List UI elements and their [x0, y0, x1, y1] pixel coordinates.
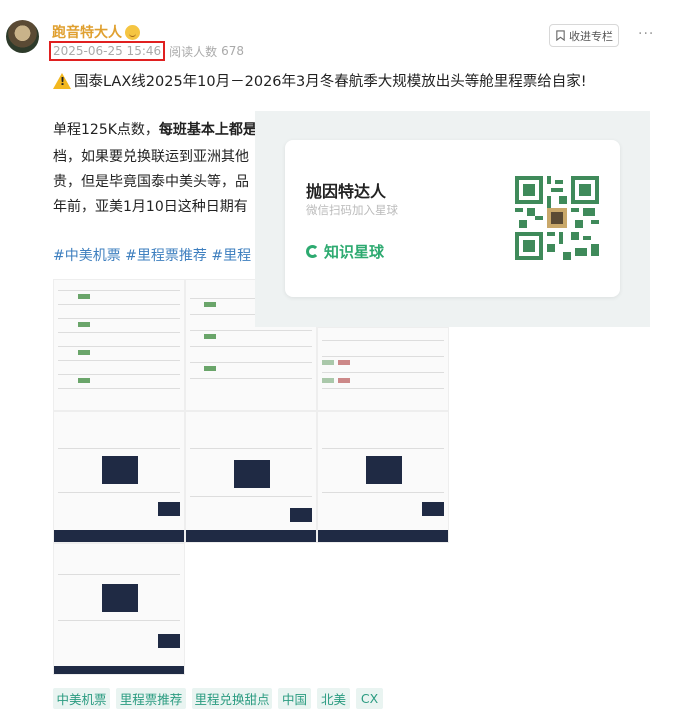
image-thumbnail-6[interactable] [317, 411, 449, 543]
image-thumbnail-3[interactable] [317, 327, 449, 411]
author-name-text[interactable]: 跑音特大人 [52, 22, 122, 42]
post-date: 2025-06-25 15:46 [49, 41, 166, 61]
body-line-4-text: 年前，亚美1月10日这种日期有 [53, 199, 248, 215]
more-options-icon[interactable]: ··· [638, 26, 654, 42]
post-title-text: 国泰LAX线2025年10月－2026年3月冬春航季大规模放出头等舱里程票给自家… [74, 74, 587, 90]
hashtags[interactable]: #中美机票 #里程票推荐 #里程 [53, 245, 263, 265]
reads-count: 678 [221, 44, 245, 58]
body-line-1-text: 单程125K点数， [53, 122, 159, 138]
reads-label: 阅读人数 [169, 44, 218, 59]
tag-6[interactable]: CX [356, 688, 383, 709]
warning-icon [53, 72, 71, 89]
body-line-3: 贵，但是毕竟国泰中美头等，品 [53, 168, 263, 196]
post-meta: 2025-06-25 15:46 阅读人数 678 [49, 41, 244, 61]
qr-code-icon[interactable] [515, 176, 599, 260]
post-title: 国泰LAX线2025年10月－2026年3月冬春航季大规模放出头等舱里程票给自家… [53, 70, 587, 91]
qr-overlay-subtitle: 微信扫码加入星球 [306, 203, 398, 217]
tag-4[interactable]: 中国 [278, 688, 311, 709]
avatar[interactable] [6, 20, 39, 53]
body-line-1: 单程125K点数，每班基本上都是 [53, 116, 263, 144]
image-thumbnail-7[interactable] [53, 543, 185, 675]
add-to-column-button[interactable]: 收进专栏 [549, 24, 619, 47]
body-line-2-text: 档，如果要兑换联运到亚洲其他 [53, 149, 249, 165]
image-thumbnail-1[interactable] [53, 279, 185, 411]
body-line-3-text: 贵，但是毕竟国泰中美头等，品 [53, 174, 249, 190]
knowledge-planet-brand: 知识星球 [306, 241, 384, 262]
tag-3[interactable]: 里程兑换甜点 [192, 688, 272, 709]
image-thumbnail-5[interactable] [185, 411, 317, 543]
add-to-column-label: 收进专栏 [569, 29, 613, 43]
body-line-4: 年前，亚美1月10日这种日期有 [53, 193, 263, 221]
body-line-1-bold: 每班基本上都是 [158, 122, 257, 138]
tag-2[interactable]: 里程票推荐 [116, 688, 186, 709]
qr-overlay-title: 抛因特达人 [306, 182, 387, 201]
knowledge-planet-label: 知识星球 [324, 243, 385, 261]
body-line-2: 档，如果要兑换联运到亚洲其他 [53, 143, 263, 171]
tag-5[interactable]: 北美 [317, 688, 350, 709]
knowledge-planet-icon [306, 245, 319, 258]
smile-emoji-icon [125, 24, 140, 40]
image-thumbnail-4[interactable] [53, 411, 185, 543]
bookmark-icon [556, 30, 565, 41]
author-name[interactable]: 跑音特大人 [52, 22, 140, 42]
tag-1[interactable]: 中美机票 [53, 688, 110, 709]
